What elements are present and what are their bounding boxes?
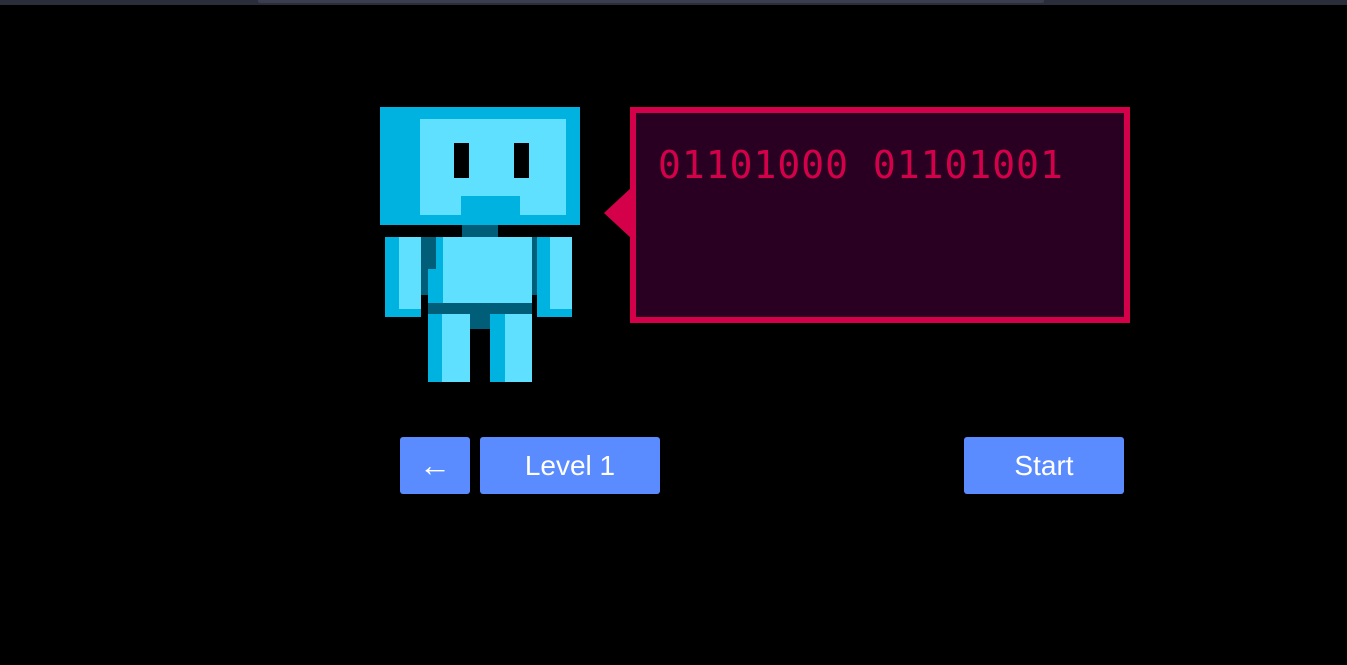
level-button[interactable]: Level 1 (480, 437, 660, 494)
top-scrollbar-thumb[interactable] (258, 0, 1044, 3)
robot-speech-text: 01101000 01101001 (658, 143, 1064, 187)
robot-character (380, 107, 580, 382)
speech-bubble: 01101000 01101001 (630, 107, 1130, 323)
left-arrow-icon: ← (419, 447, 451, 483)
speech-bubble-tail (604, 187, 632, 239)
back-button[interactable]: ← (400, 437, 470, 494)
start-button[interactable]: Start (964, 437, 1124, 494)
browser-top-bar (0, 0, 1347, 5)
robot-sprite (380, 107, 580, 382)
